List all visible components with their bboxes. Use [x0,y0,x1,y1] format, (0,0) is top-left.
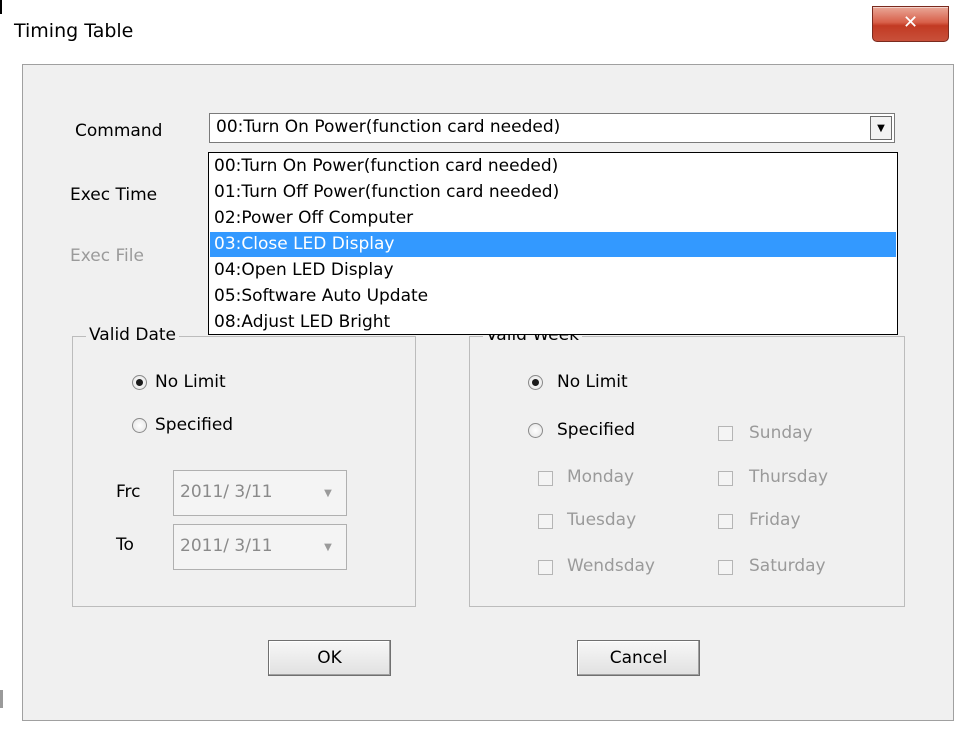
window-edge-mark [0,690,3,708]
exec-file-label: Exec File [70,246,144,266]
sunday-label: Sunday [749,423,813,443]
chevron-down-icon[interactable]: ▼ [316,481,340,505]
window-title: Timing Table [14,20,134,42]
wednesday-label: Wendsday [567,556,655,576]
friday-checkbox[interactable] [718,514,733,529]
command-option[interactable]: 01:Turn Off Power(function card needed) [210,180,896,205]
tuesday-label: Tuesday [567,510,637,530]
monday-checkbox[interactable] [538,471,553,486]
thursday-label: Thursday [749,467,829,487]
chevron-down-icon[interactable]: ▼ [316,535,340,559]
saturday-checkbox[interactable] [718,560,733,575]
command-option[interactable]: 04:Open LED Display [210,258,896,283]
valid-week-no-limit-label[interactable]: No Limit [557,372,628,392]
command-option[interactable]: 02:Power Off Computer [210,206,896,231]
to-date-picker[interactable]: 2011/ 3/11 ▼ [173,524,347,570]
saturday-label: Saturday [749,556,826,576]
command-option[interactable]: 08:Adjust LED Bright [210,310,896,335]
command-dropdown-list: 00:Turn On Power(function card needed) 0… [208,152,898,335]
cancel-button[interactable]: Cancel [577,640,700,676]
valid-date-no-limit-label[interactable]: No Limit [155,372,226,392]
from-date-picker[interactable]: 2011/ 3/11 ▼ [173,470,347,516]
window-left-edge [0,0,4,729]
command-option[interactable]: 05:Software Auto Update [210,284,896,309]
close-button[interactable]: ✕ [872,6,949,42]
window-corner-mark [0,0,2,14]
command-option-selected[interactable]: 03:Close LED Display [210,232,896,257]
command-option[interactable]: 00:Turn On Power(function card needed) [210,154,896,179]
chevron-down-icon[interactable]: ▼ [870,116,892,140]
monday-label: Monday [567,467,635,487]
valid-date-specified-label[interactable]: Specified [155,415,233,435]
command-label: Command [75,121,163,141]
close-icon: ✕ [902,12,919,33]
valid-date-specified-radio[interactable] [132,418,147,433]
from-date-label: Frc [116,482,141,502]
sunday-checkbox[interactable] [718,426,733,441]
thursday-checkbox[interactable] [718,471,733,486]
valid-week-specified-radio[interactable] [528,423,543,438]
from-date-value: 2011/ 3/11 [180,482,273,502]
wednesday-checkbox[interactable] [538,560,553,575]
valid-week-specified-label[interactable]: Specified [557,420,635,440]
to-date-label: To [116,535,134,555]
to-date-value: 2011/ 3/11 [180,536,273,556]
exec-time-label: Exec Time [70,185,158,205]
valid-week-no-limit-radio[interactable] [528,375,543,390]
valid-date-no-limit-radio[interactable] [132,375,147,390]
valid-date-legend: Valid Date [86,325,180,345]
ok-button[interactable]: OK [268,640,391,676]
command-select[interactable]: 00:Turn On Power(function card needed) ▼ [209,113,895,143]
friday-label: Friday [749,510,801,530]
command-select-value: 00:Turn On Power(function card needed) [216,117,561,137]
tuesday-checkbox[interactable] [538,514,553,529]
